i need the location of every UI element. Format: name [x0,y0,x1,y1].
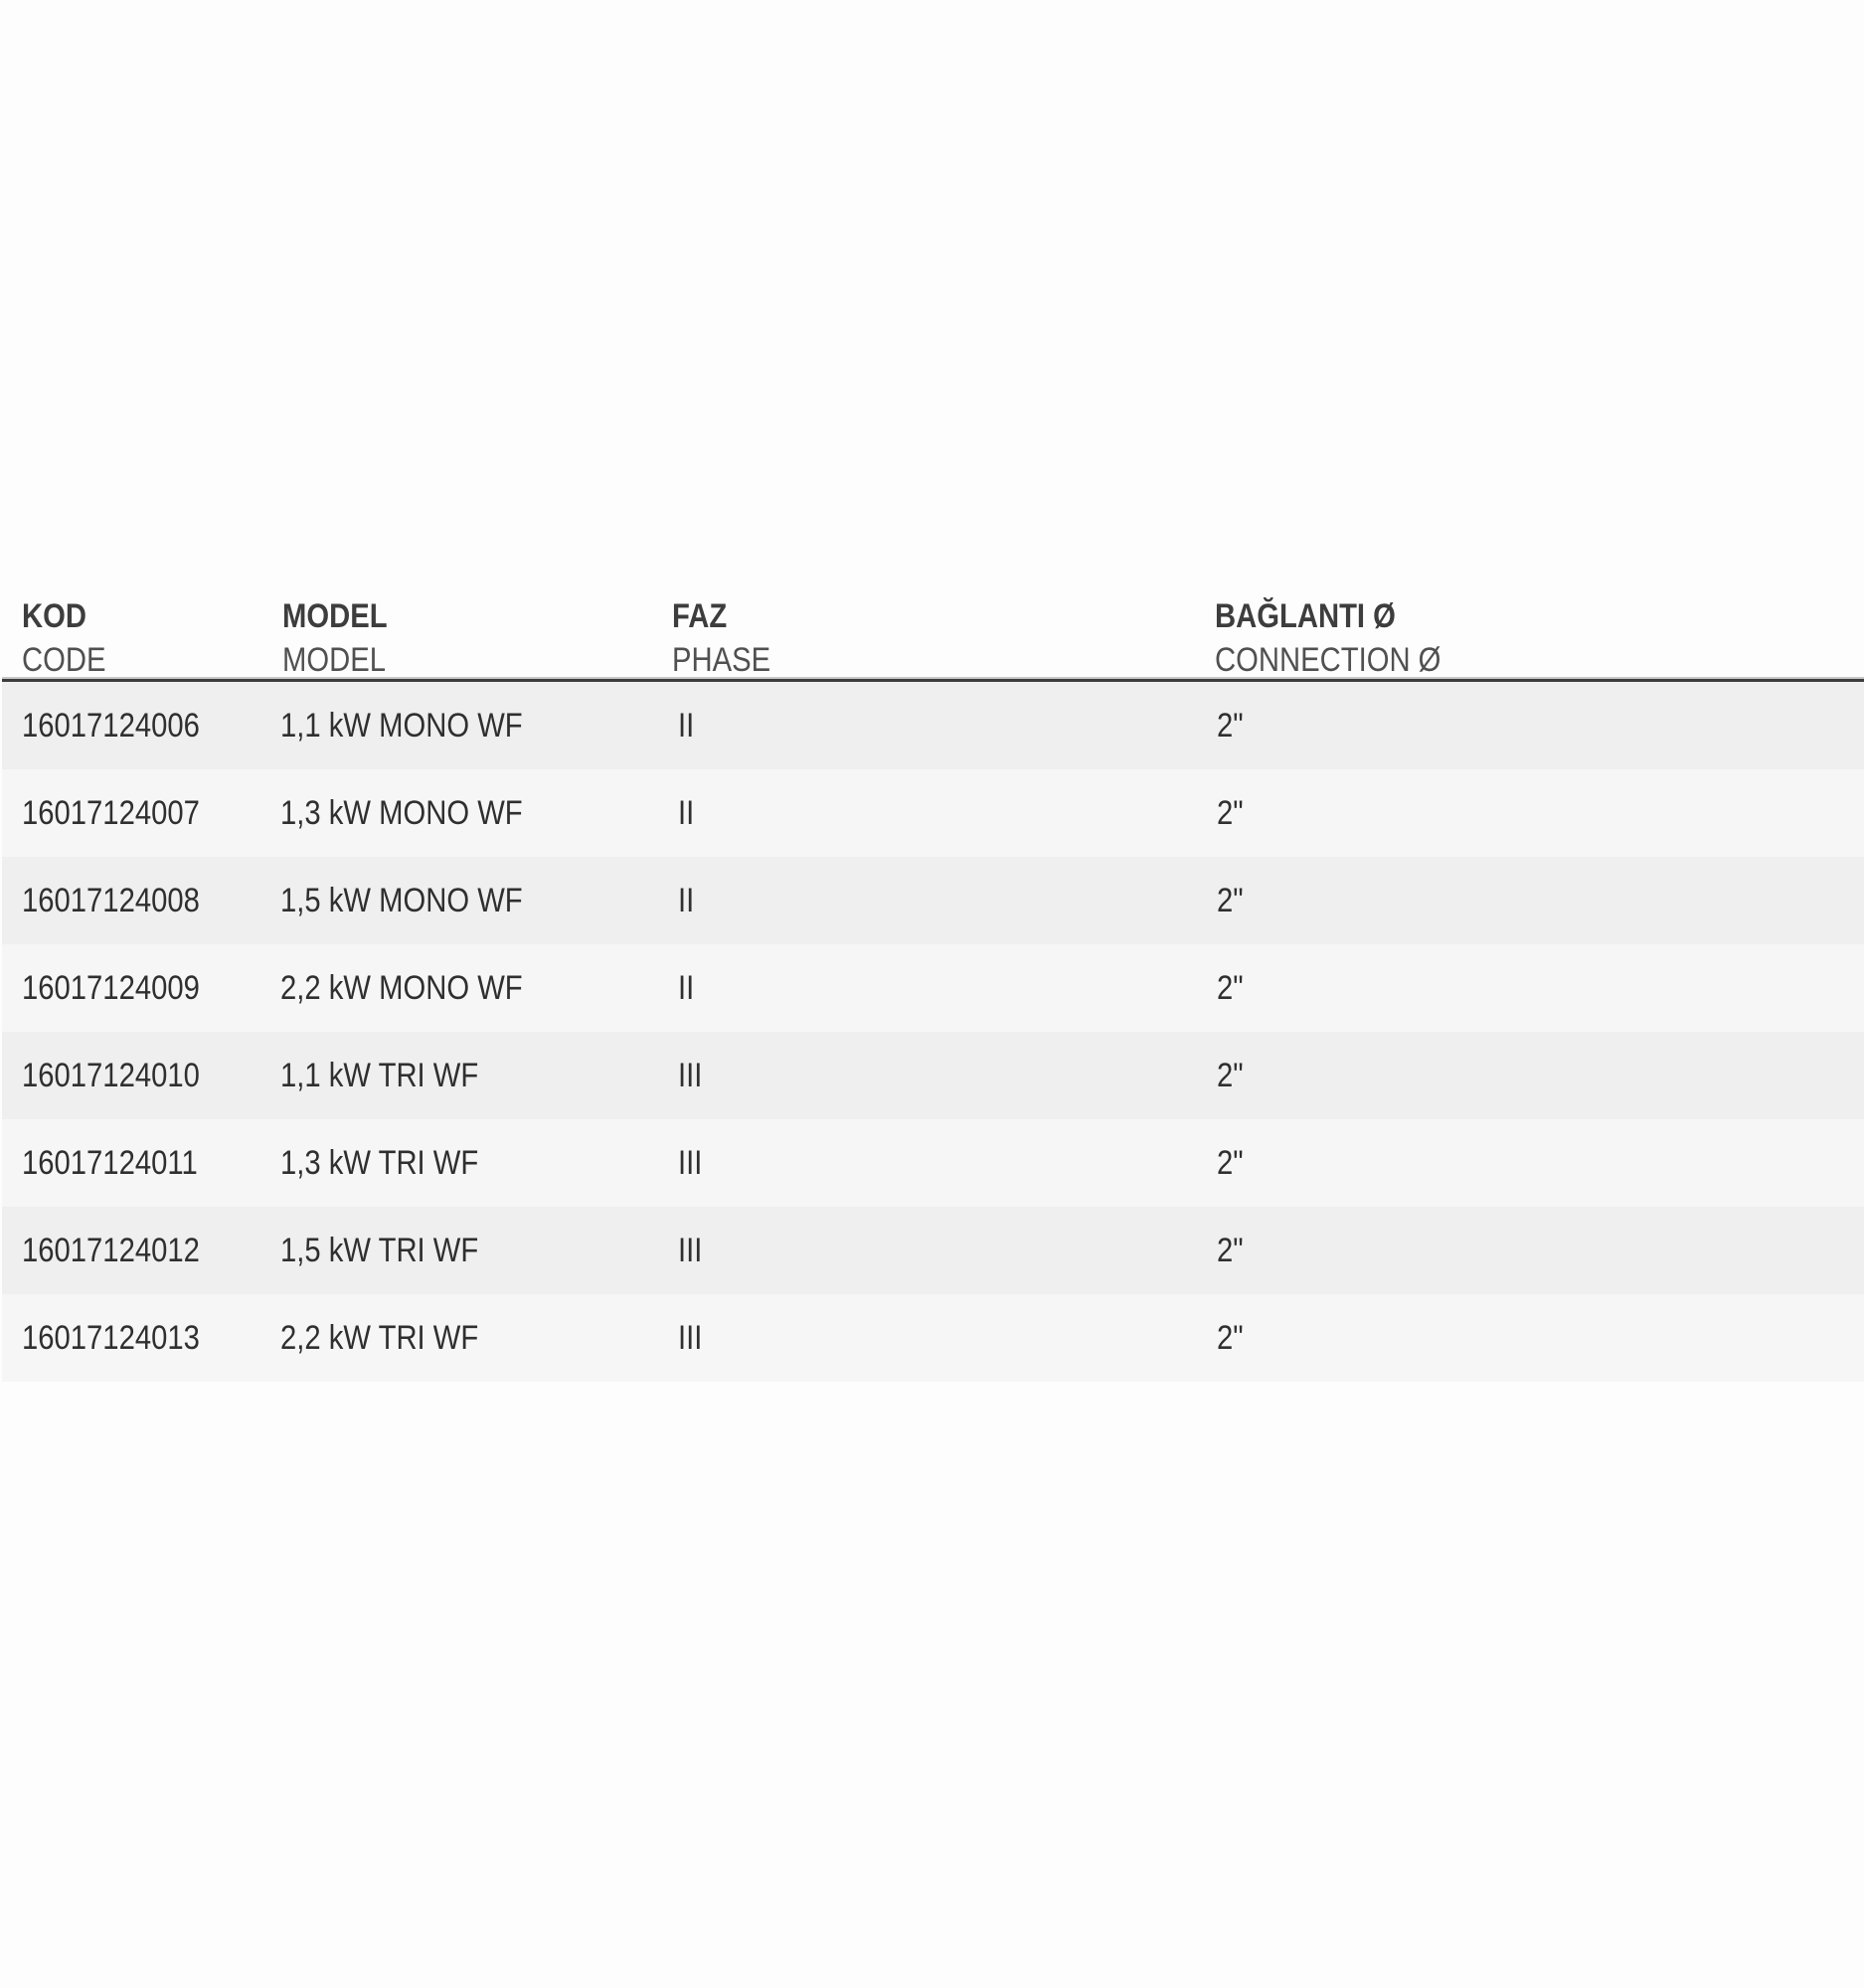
table-row: 16017124010 1,1 kW TRI WF III 2" [2,1032,1864,1119]
cell-phase: III [678,1144,703,1182]
cell-connection: 2" [1217,707,1244,745]
cell-model: 1,5 kW MONO WF [280,882,523,919]
spec-table: KOD CODE MODEL MODEL FAZ PHASE BAĞLANTI … [2,582,1864,1382]
header-connection: BAĞLANTI Ø CONNECTION Ø [1215,594,1477,682]
cell-connection: 2" [1217,1144,1244,1182]
cell-phase: III [678,1057,703,1094]
cell-code: 16017124007 [22,794,200,832]
cell-phase: II [678,882,695,919]
cell-connection: 2" [1217,969,1244,1007]
cell-model: 1,3 kW TRI WF [280,1144,479,1182]
header-connection-tr: BAĞLANTI Ø [1215,597,1396,635]
cell-connection: 2" [1217,1057,1244,1094]
header-code-en: CODE [22,641,106,679]
table-row: 16017124007 1,3 kW MONO WF II 2" [2,769,1864,857]
header-code: KOD CODE [22,594,119,682]
cell-code: 16017124010 [22,1057,200,1094]
header-connection-en: CONNECTION Ø [1215,641,1441,679]
cell-model: 1,5 kW TRI WF [280,1232,479,1269]
cell-phase: III [678,1232,703,1269]
cell-phase: II [678,707,695,745]
cell-code: 16017124011 [22,1144,198,1182]
cell-phase: II [678,794,695,832]
cell-code: 16017124008 [22,882,200,919]
table-row: 16017124012 1,5 kW TRI WF III 2" [2,1207,1864,1294]
cell-model: 1,1 kW MONO WF [280,707,523,745]
table-row: 16017124008 1,5 kW MONO WF II 2" [2,857,1864,944]
cell-phase: II [678,969,695,1007]
table-row: 16017124006 1,1 kW MONO WF II 2" [2,682,1864,769]
header-model: MODEL MODEL [282,594,405,682]
cell-model: 2,2 kW MONO WF [280,969,523,1007]
cell-code: 16017124006 [22,707,200,745]
table-row: 16017124013 2,2 kW TRI WF III 2" [2,1294,1864,1382]
header-phase: FAZ PHASE [672,594,786,682]
header-model-en: MODEL [282,641,386,679]
cell-connection: 2" [1217,1232,1244,1269]
table-header: KOD CODE MODEL MODEL FAZ PHASE BAĞLANTI … [2,582,1864,682]
header-model-tr: MODEL [282,597,388,635]
table-row: 16017124011 1,3 kW TRI WF III 2" [2,1119,1864,1207]
cell-model: 1,1 kW TRI WF [280,1057,479,1094]
cell-model: 2,2 kW TRI WF [280,1319,479,1357]
cell-connection: 2" [1217,1319,1244,1357]
cell-phase: III [678,1319,703,1357]
cell-model: 1,3 kW MONO WF [280,794,523,832]
cell-code: 16017124012 [22,1232,200,1269]
header-code-tr: KOD [22,597,86,635]
cell-connection: 2" [1217,794,1244,832]
cell-code: 16017124009 [22,969,200,1007]
header-phase-tr: FAZ [672,597,728,635]
cell-connection: 2" [1217,882,1244,919]
table-row: 16017124009 2,2 kW MONO WF II 2" [2,944,1864,1032]
cell-code: 16017124013 [22,1319,200,1357]
header-phase-en: PHASE [672,641,771,679]
